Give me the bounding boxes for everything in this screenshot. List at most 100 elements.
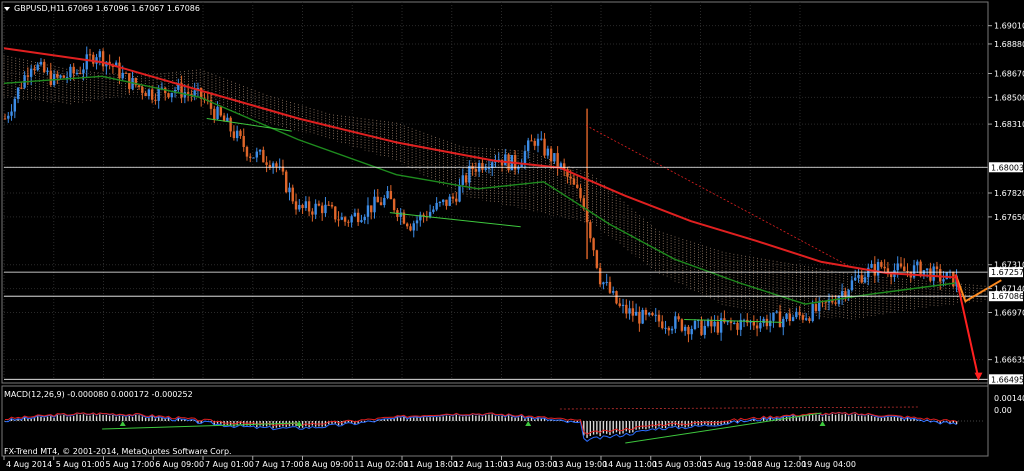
candle-body (340, 217, 344, 220)
price-tick-label: 1.67820 (994, 189, 1024, 198)
candle-body (389, 191, 393, 200)
candle-body (49, 70, 52, 86)
candle-body (314, 203, 317, 215)
candle-body (595, 250, 599, 268)
time-tick-label: 15 Aug 03:00 (653, 460, 707, 469)
candle-body (412, 223, 415, 231)
candle-body (651, 312, 654, 316)
candle-body (432, 209, 435, 212)
candle-body (366, 205, 370, 217)
candle-body (56, 74, 59, 78)
candle-body (170, 92, 173, 98)
candle-body (392, 199, 396, 211)
candle-body (533, 140, 536, 146)
candle-body (20, 87, 23, 89)
candle-body (939, 269, 942, 282)
candle-body (569, 176, 572, 179)
candle-body (916, 261, 919, 266)
time-axis[interactable]: 4 Aug 2014 5 Aug 01:00 5 Aug 17:00 6 Aug 09… (3, 456, 856, 469)
candle-body (379, 202, 383, 206)
candle-body (33, 68, 36, 71)
candle-body (873, 263, 877, 276)
time-tick-label: 7 Aug 01:00 (205, 460, 254, 469)
candle-body (43, 61, 46, 72)
time-tick-label: 8 Aug 09:00 (305, 460, 354, 469)
candle-body (837, 296, 841, 304)
candle-body (435, 202, 438, 210)
candle-body (157, 87, 160, 101)
candle-body (330, 204, 334, 207)
candle-body (765, 318, 769, 327)
candle-body (670, 328, 674, 331)
candle-body (229, 117, 232, 132)
candle-body (343, 217, 347, 222)
time-tick-label: 15 Aug 19:00 (703, 460, 757, 469)
ohlc-readout: 1.67069 1.67096 1.67067 1.67086 (60, 4, 200, 13)
candle-body (474, 169, 478, 172)
candle-body (409, 226, 412, 231)
candle-body (311, 211, 314, 215)
price-tick-label: 1.67650 (994, 213, 1024, 222)
candle-body (150, 89, 154, 100)
candle-body (772, 312, 775, 321)
candle-body (680, 319, 684, 331)
level-tag-label: 1.66495 (991, 375, 1024, 384)
candle-body (602, 282, 605, 285)
candle-body (527, 140, 530, 152)
candle-body (860, 275, 863, 283)
candle-body (713, 321, 716, 327)
main-plot-frame (1, 1, 989, 384)
candle-body (144, 92, 147, 97)
candle-body (484, 168, 487, 170)
candle-body (536, 138, 540, 146)
candle-body (406, 223, 409, 227)
candle-body (543, 138, 546, 156)
price-tick-label: 1.66970 (994, 309, 1024, 318)
candle-body (147, 89, 151, 97)
symbol-label: GBPUSD,H1 (14, 4, 61, 13)
candle-body (464, 175, 468, 183)
price-axis[interactable]: 1.69010 1.68880 1.68670 1.68500 1.68310 1.678… (988, 22, 1024, 365)
candle-body (26, 75, 30, 77)
candle-body (288, 187, 291, 193)
time-tick-label: 5 Aug 01:00 (56, 460, 105, 469)
candle-body (275, 163, 278, 167)
candle-body (903, 266, 906, 272)
candle-body (141, 86, 144, 93)
candle-body (598, 267, 602, 285)
candle-body (647, 312, 651, 315)
candle-body (301, 204, 304, 209)
time-tick-label: 14 Aug 11:00 (603, 460, 657, 469)
candle-body (919, 261, 922, 277)
candle-body (242, 136, 245, 147)
candle-body (929, 268, 932, 281)
candle-body (481, 162, 484, 170)
candle-body (621, 304, 625, 306)
candle-body (553, 153, 556, 162)
candle-body (880, 262, 883, 267)
candle-body (101, 51, 105, 67)
candle-body (98, 51, 102, 58)
candle-body (759, 322, 762, 329)
candle-body (441, 199, 445, 203)
candle-body (39, 61, 43, 65)
time-tick-label: 13 Aug 03:00 (504, 460, 558, 469)
candle-body (255, 151, 258, 158)
candle-body (265, 162, 268, 165)
time-tick-label: 7 Aug 17:00 (255, 460, 304, 469)
candle-body (186, 92, 190, 94)
candle-body (899, 263, 903, 267)
candle-body (85, 54, 88, 70)
candle-body (154, 99, 157, 101)
candle-body (320, 205, 324, 214)
candle-body (415, 220, 419, 224)
time-tick-label: 19 Aug 04:00 (802, 460, 856, 469)
candle-body (863, 277, 867, 283)
macd-title: MACD(12,26,9) -0.000080 0.000172 -0.0002… (4, 390, 193, 399)
candle-body (383, 198, 386, 206)
candle-body (559, 163, 563, 168)
candle-body (876, 262, 880, 276)
candle-body (664, 327, 667, 329)
candle-body (124, 72, 128, 74)
price-tick-label: 1.69010 (994, 22, 1024, 31)
